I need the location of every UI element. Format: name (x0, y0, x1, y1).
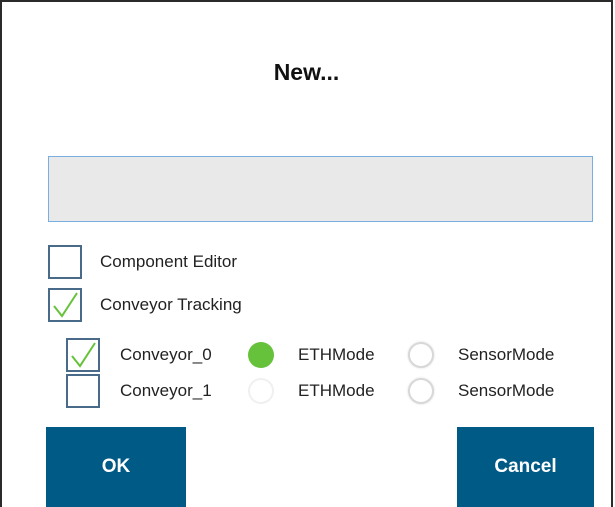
conveyor-1-ethmode-label: ETHMode (298, 381, 375, 400)
component-editor-checkbox[interactable] (48, 245, 82, 279)
cancel-button[interactable]: Cancel (457, 427, 594, 507)
conveyor-1-sensormode-label: SensorMode (458, 381, 555, 400)
conveyor-0-checkbox[interactable] (66, 338, 100, 372)
checkmark-icon (53, 292, 78, 318)
conveyor-1-ethmode-radio[interactable] (248, 378, 274, 404)
conveyor-0-row[interactable]: Conveyor_0 (66, 338, 212, 372)
option-component-editor[interactable]: Component Editor (48, 245, 237, 279)
conveyor-0-ethmode-radio[interactable] (248, 342, 274, 368)
conveyor-1-row[interactable]: Conveyor_1 (66, 374, 212, 408)
conveyor-0-sensormode-radio[interactable] (408, 342, 434, 368)
conveyor-1-checkbox[interactable] (66, 374, 100, 408)
checkmark-icon (71, 342, 96, 368)
ok-button[interactable]: OK (46, 427, 186, 507)
conveyor-tracking-checkbox[interactable] (48, 288, 82, 322)
dialog-title: New... (273, 59, 340, 85)
conveyor-1-sensormode-radio[interactable] (408, 378, 434, 404)
name-input[interactable] (48, 156, 593, 222)
option-conveyor-tracking[interactable]: Conveyor Tracking (48, 288, 242, 322)
conveyor-0-label: Conveyor_0 (120, 345, 212, 364)
component-editor-label: Component Editor (100, 252, 238, 271)
new-dialog: New... Component Editor Conveyor Trackin… (0, 0, 613, 507)
conveyor-0-sensormode-label: SensorMode (458, 345, 555, 364)
conveyor-0-ethmode-label: ETHMode (298, 345, 375, 364)
conveyor-tracking-label: Conveyor Tracking (100, 295, 242, 314)
conveyor-1-label: Conveyor_1 (120, 381, 212, 400)
